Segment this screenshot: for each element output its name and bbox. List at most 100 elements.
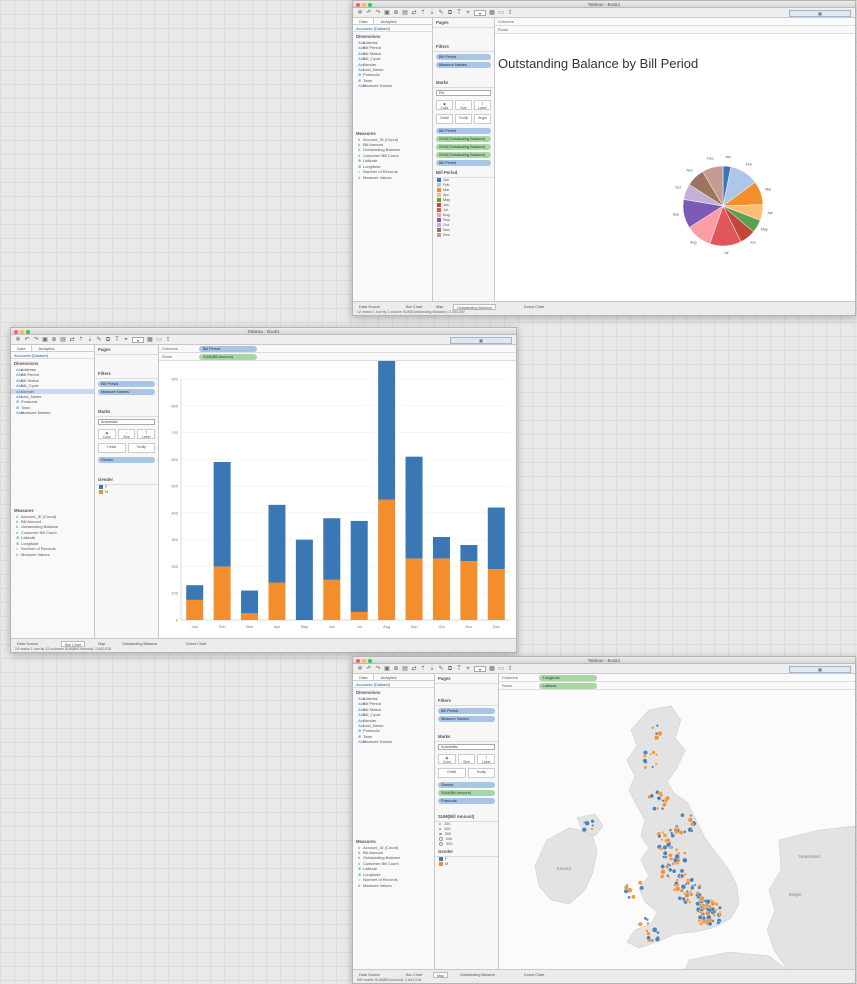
redo-icon[interactable]: ↷: [375, 10, 381, 16]
map-point[interactable]: [584, 820, 590, 826]
map-point[interactable]: [661, 830, 665, 835]
marks-pill[interactable]: SUM(Outstanding Balance): [436, 152, 491, 158]
tableau-logo-icon[interactable]: ✲: [15, 337, 21, 343]
map-point[interactable]: [651, 765, 655, 769]
rows-shelf[interactable]: Rows: [495, 26, 855, 34]
map-point[interactable]: [662, 850, 668, 856]
legend-item[interactable]: M: [435, 862, 498, 867]
analytics-tab[interactable]: Analytics: [32, 345, 60, 351]
map-point[interactable]: [670, 831, 674, 835]
marks-pill[interactable]: Gender: [98, 457, 155, 463]
label-button[interactable]: T Label: [137, 429, 156, 439]
map-point[interactable]: [646, 931, 651, 936]
map-point[interactable]: [662, 802, 667, 808]
mark-type-dropdown[interactable]: Automatic: [438, 744, 495, 750]
map-point[interactable]: [646, 935, 651, 940]
highlight-icon[interactable]: ✎: [96, 337, 102, 343]
map-point[interactable]: [702, 919, 707, 924]
size-button[interactable]: ◦ Size: [455, 100, 472, 110]
map-point[interactable]: [701, 906, 706, 911]
filter-pill[interactable]: Measure Names: [98, 389, 155, 395]
fix-axes-icon[interactable]: ⌖: [465, 10, 471, 16]
bar-m-aug[interactable]: [378, 361, 396, 500]
map-point[interactable]: [668, 867, 673, 873]
bar-f-jun[interactable]: [323, 579, 341, 620]
columns-shelf[interactable]: Columns Bill Period: [159, 345, 516, 353]
map-point[interactable]: [704, 903, 709, 908]
bar-m-nov[interactable]: [460, 545, 478, 562]
mark-type-dropdown[interactable]: Pie: [436, 90, 491, 96]
map-point[interactable]: [649, 752, 653, 756]
map-point[interactable]: [637, 921, 643, 927]
map-point[interactable]: [680, 873, 685, 878]
bar-m-sep[interactable]: [405, 456, 423, 559]
new-datasource-icon[interactable]: ⊕: [51, 337, 57, 343]
sort-desc-icon[interactable]: ⇣: [429, 10, 435, 16]
show-me-button[interactable]: ▦: [789, 666, 851, 673]
sort-asc-icon[interactable]: ⇡: [420, 10, 426, 16]
map-point[interactable]: [675, 878, 679, 882]
tableau-logo-icon[interactable]: ✲: [357, 10, 363, 16]
new-datasource-icon[interactable]: ⊕: [393, 666, 399, 672]
size-button[interactable]: ◦ Size: [457, 754, 476, 764]
bar-f-aug[interactable]: [378, 499, 396, 621]
redo-icon[interactable]: ↷: [375, 666, 381, 672]
map-point[interactable]: [643, 765, 648, 770]
map-point[interactable]: [688, 900, 692, 904]
map-point[interactable]: [683, 892, 687, 896]
map-point[interactable]: [718, 912, 722, 917]
filter-pill[interactable]: Measure Names: [438, 716, 495, 722]
bar-m-mar[interactable]: [241, 590, 259, 614]
map-point[interactable]: [659, 793, 664, 798]
map-point[interactable]: [659, 874, 665, 879]
map-point[interactable]: [650, 939, 654, 942]
map-point[interactable]: [690, 886, 695, 891]
map-point[interactable]: [697, 919, 701, 923]
filter-pill[interactable]: Bill Period: [436, 54, 491, 60]
data-source[interactable]: Accounts (Dataset): [11, 352, 94, 359]
map-point[interactable]: [699, 895, 705, 902]
map-point[interactable]: [714, 908, 718, 912]
label-button[interactable]: T Label: [474, 100, 491, 110]
bar-chart[interactable]: 0 100 200 300 400 500 600 700 800 900 Jan Feb Mar Apr…: [159, 361, 516, 638]
measure-field[interactable]: # Measure Values: [353, 175, 432, 180]
map-point[interactable]: [659, 847, 664, 851]
analytics-tab[interactable]: Analytics: [374, 18, 402, 24]
detail-button[interactable]: Detail: [98, 443, 126, 453]
marks-pill[interactable]: SUM(Outstanding Balance): [436, 136, 491, 142]
map-point[interactable]: [689, 892, 694, 897]
save-icon[interactable]: ▣: [42, 337, 48, 343]
map-point[interactable]: [657, 834, 662, 839]
map-point[interactable]: [650, 725, 655, 730]
map-point[interactable]: [639, 885, 645, 891]
bar-m-feb[interactable]: [213, 462, 231, 567]
sheet-tab-active[interactable]: Map: [433, 972, 449, 978]
share-icon[interactable]: ⇪: [507, 10, 513, 16]
view-canvas[interactable]: 0 100 200 300 400 500 600 700 800 900 Jan Feb Mar Apr…: [159, 361, 516, 638]
map-point[interactable]: [631, 894, 636, 900]
undo-icon[interactable]: ↶: [366, 666, 372, 672]
bar-m-oct[interactable]: [432, 536, 450, 559]
map-point[interactable]: [668, 828, 673, 832]
map-point[interactable]: [676, 883, 680, 887]
fix-axes-icon[interactable]: ⌖: [465, 666, 471, 672]
bar-f-mar[interactable]: [241, 613, 259, 620]
map-point[interactable]: [687, 817, 694, 823]
map-point[interactable]: [661, 799, 665, 803]
undo-icon[interactable]: ↶: [366, 10, 372, 16]
highlight-icon[interactable]: ✎: [438, 666, 444, 672]
bar-f-sep[interactable]: [405, 558, 423, 620]
map-point[interactable]: [654, 936, 660, 942]
group-icon[interactable]: ⧉: [447, 10, 453, 16]
new-sheet-icon[interactable]: ▤: [402, 666, 408, 672]
map-point[interactable]: [682, 830, 687, 834]
map-point[interactable]: [667, 875, 671, 879]
bar-m-jul[interactable]: [350, 520, 368, 612]
bar-f-jan[interactable]: [186, 599, 204, 620]
show-cards-icon[interactable]: ▦: [147, 337, 153, 343]
map-canvas[interactable]: Ireland Nederland Belgie: [499, 690, 855, 971]
bar-m-apr[interactable]: [268, 504, 286, 583]
map-point[interactable]: [581, 827, 587, 833]
map-point[interactable]: [717, 905, 722, 910]
map-point[interactable]: [660, 869, 666, 875]
